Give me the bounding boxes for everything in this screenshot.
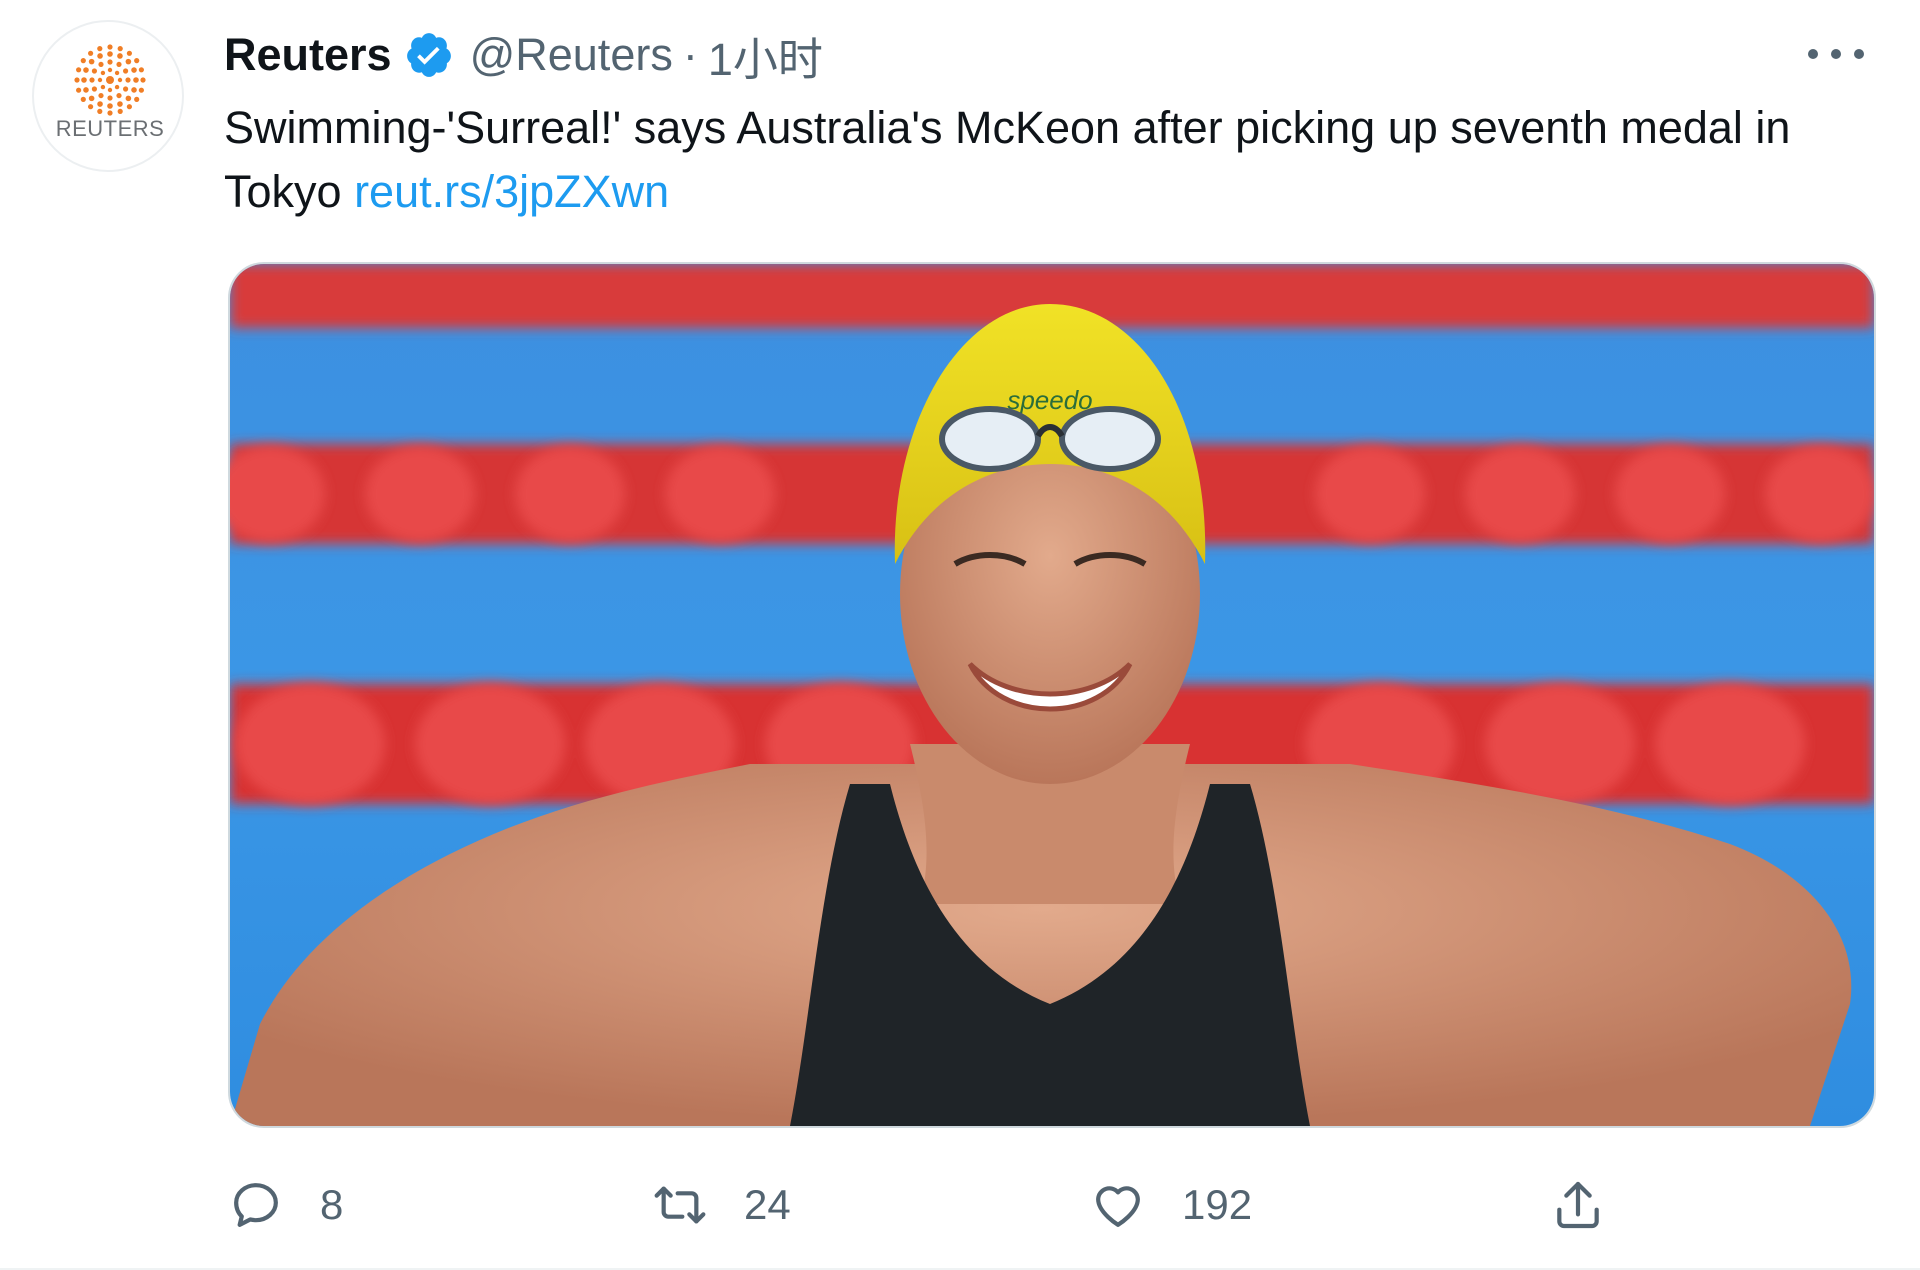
logo-dot (116, 92, 122, 99)
logo-dot (117, 77, 123, 83)
more-dot (1854, 49, 1864, 59)
logo-dot (98, 92, 104, 99)
retweet-icon (654, 1186, 706, 1224)
tweet-link[interactable]: reut.rs/3jpZXwn (354, 166, 669, 217)
handle[interactable]: @Reuters (470, 29, 673, 81)
logo-dot (80, 58, 86, 64)
logo-dot (134, 58, 140, 64)
logo-dot (116, 61, 122, 68)
logo-dot (98, 61, 104, 68)
more-options-icon[interactable] (1808, 36, 1864, 72)
logo-dot (117, 53, 123, 59)
logo-dot (80, 96, 86, 102)
logo-dot (107, 103, 113, 109)
cap-brand-text: speedo (1007, 385, 1092, 415)
share-button[interactable] (1550, 1170, 1606, 1240)
timestamp[interactable]: 1小时 (708, 23, 823, 88)
logo-dot (107, 95, 113, 101)
like-count: 192 (1182, 1181, 1253, 1228)
logo-dot (97, 77, 103, 83)
logo-dot (117, 46, 123, 52)
reply-button[interactable]: 8 (228, 1170, 343, 1240)
logo-dot (97, 53, 103, 59)
more-dot (1808, 49, 1818, 59)
reuters-logo-icon: REUTERS (56, 44, 165, 141)
logo-dot (81, 77, 87, 83)
logo-dot (114, 84, 120, 90)
separator-dot: · (682, 29, 698, 80)
heart-icon (1096, 1186, 1140, 1227)
like-button[interactable]: 192 (1090, 1170, 1252, 1240)
logo-dot (100, 84, 106, 90)
logo-dot (133, 77, 139, 83)
logo-dot (88, 104, 94, 110)
tweet-action-bar: 8 24 192 (228, 1170, 1648, 1240)
logo-dot (126, 50, 132, 56)
logo-dot (74, 77, 80, 83)
logo-dot (97, 101, 103, 107)
logo-dot (140, 77, 146, 83)
retweet-button[interactable]: 24 (652, 1170, 791, 1240)
display-name[interactable]: Reuters (224, 29, 392, 81)
logo-dot (138, 67, 144, 73)
logo-dot (122, 68, 129, 74)
logo-dot (88, 58, 95, 65)
retweet-count: 24 (744, 1181, 791, 1228)
logo-dot (117, 101, 123, 107)
avatar-label: REUTERS (56, 116, 165, 141)
logo-dot (125, 95, 132, 102)
logo-dot (97, 108, 103, 114)
logo-dot (122, 86, 129, 92)
logo-dot (107, 87, 113, 93)
more-dot (1831, 49, 1841, 59)
logo-dot (131, 67, 137, 73)
logo-dot (138, 87, 144, 93)
logo-dot (107, 44, 113, 50)
logo-dot (134, 96, 140, 102)
logo-dot (100, 70, 106, 76)
verified-badge-icon (406, 33, 451, 77)
tweet-text: Swimming-'Surreal!' says Australia's McK… (224, 96, 1844, 224)
logo-dot (76, 67, 82, 73)
tweet-header: Reuters @Reuters · 1小时 (224, 24, 823, 86)
tweet-card[interactable]: REUTERS Reuters @Reuters · 1小时 Swimming-… (0, 0, 1920, 1270)
logo-dot (97, 46, 103, 52)
logo-dot (125, 77, 131, 83)
reply-count: 8 (320, 1181, 344, 1228)
logo-dot (107, 51, 113, 57)
tweet-photo[interactable]: speedo (228, 262, 1876, 1128)
logo-dot (91, 86, 98, 92)
logo-dot (117, 108, 123, 114)
logo-dot (107, 59, 113, 65)
logo-dot (131, 87, 137, 93)
logo-dot (114, 70, 120, 76)
logo-dot (107, 110, 113, 116)
logo-dot (88, 95, 95, 102)
logo-dot (106, 76, 114, 84)
logo-dot (83, 87, 89, 93)
share-icon (1557, 1181, 1599, 1229)
reuters-avatar[interactable]: REUTERS (32, 20, 184, 172)
logo-dot (83, 67, 89, 73)
logo-dot (125, 58, 132, 65)
logo-dot (91, 68, 98, 74)
reply-icon (234, 1183, 278, 1227)
logo-dot (126, 104, 132, 110)
logo-dot (76, 87, 82, 93)
logo-dot (89, 77, 95, 83)
swimmer-photo: speedo (230, 264, 1874, 1126)
logo-dot (88, 50, 94, 56)
logo-dot (107, 67, 113, 73)
